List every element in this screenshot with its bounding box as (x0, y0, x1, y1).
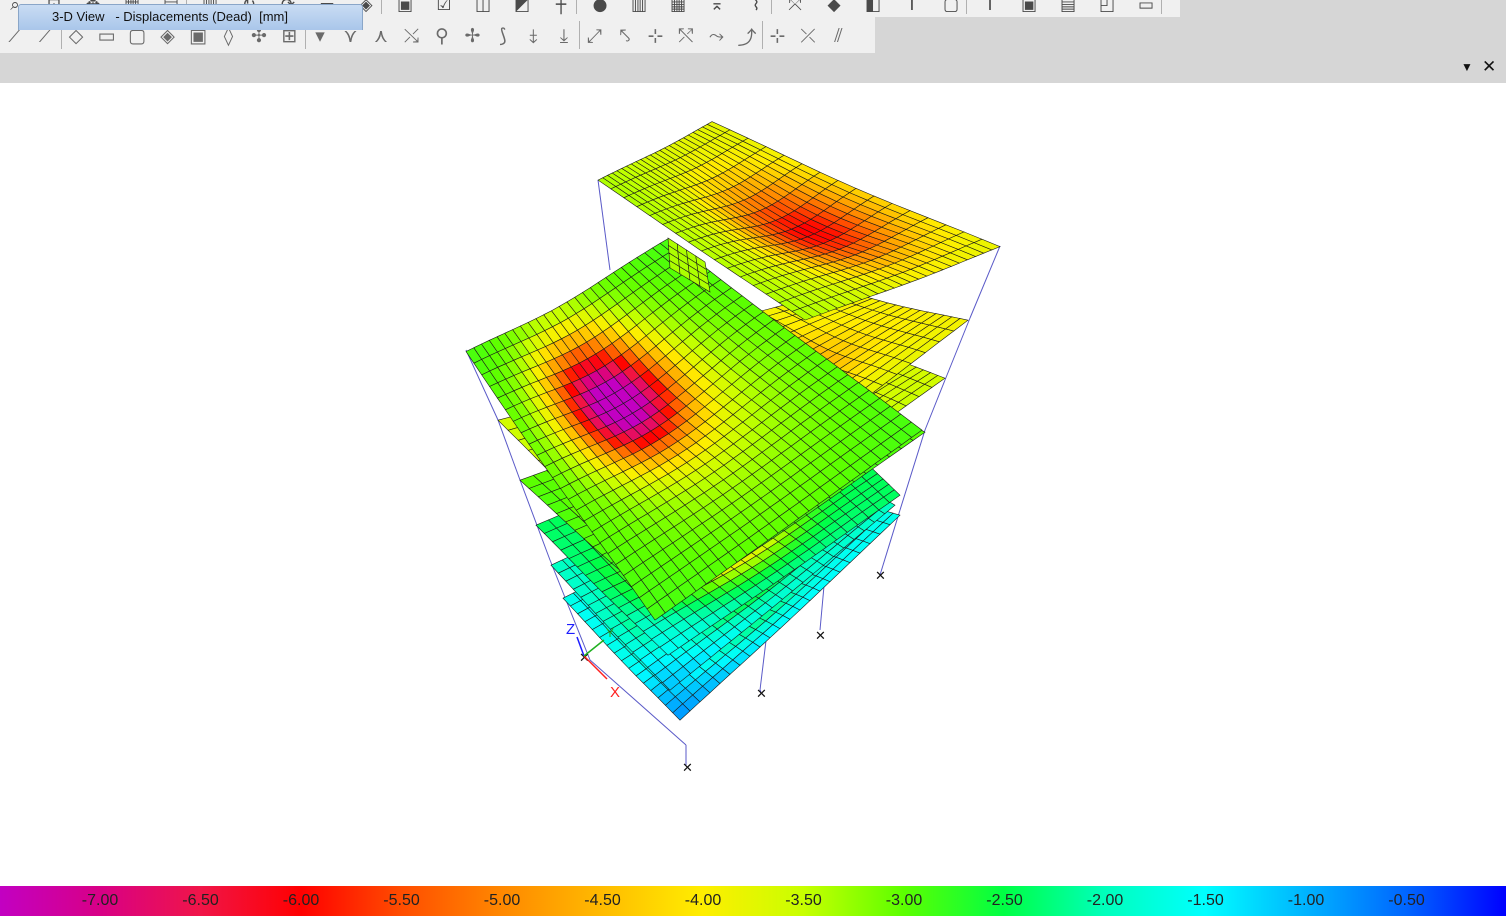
toolbar-background (1180, 0, 1506, 17)
joint-icon[interactable]: ● (589, 0, 611, 16)
assign-frame-icon[interactable]: ⤢ (582, 23, 608, 49)
draw-area-icon[interactable]: I (979, 0, 1001, 16)
global-axes-triad: Z X Y (566, 621, 620, 701)
toolbar-separator (579, 21, 580, 49)
legend-color-bar (0, 886, 1506, 916)
shell-icon[interactable]: ◆ (823, 0, 845, 16)
displacement-contour-legend: -7.00 -6.50 -6.00 -5.50 -5.00 -4.50 -4.00 -3.50… (0, 886, 1506, 916)
draw-frame-icon[interactable]: ▢ (940, 0, 962, 16)
link-icon[interactable]: ⤧ (784, 0, 806, 16)
assign-point-icon[interactable]: ⊹ (643, 23, 669, 49)
legend-label: -7.00 (81, 892, 119, 909)
assign-icon[interactable]: ◩ (511, 0, 533, 16)
legend-label: -4.50 (584, 892, 621, 909)
toolbar-separator (576, 0, 577, 14)
brace-icon[interactable]: ⤯ (399, 23, 425, 49)
link-icon[interactable]: ⚲ (429, 23, 455, 49)
assign-load-icon[interactable]: ⤈ (521, 23, 547, 49)
toolbar-separator (381, 0, 382, 14)
toolbar-background-lower (875, 17, 1506, 53)
legend-label: -5.00 (483, 892, 521, 909)
fixed-support-icon: ✕ (682, 761, 693, 776)
frame-column (597, 179, 611, 271)
model-3d-viewport[interactable]: ✕ ✕ ✕ ✕ ✕ Z X Y (0, 83, 1506, 886)
legend-label: -3.00 (885, 892, 923, 909)
view-tab-strip (0, 53, 1506, 84)
table-icon[interactable]: ▤ (1057, 0, 1079, 16)
section-icon[interactable]: ◫ (472, 0, 494, 16)
check-icon[interactable]: ☑ (433, 0, 455, 16)
column-icon[interactable]: ⋏ (368, 23, 394, 49)
toolbar-separator (966, 0, 967, 14)
deformed-model-plot[interactable]: ✕✕✕✕✕ Z X Y (0, 83, 1506, 886)
x-axis-line (583, 655, 608, 680)
release-icon[interactable]: ⤲ (673, 23, 699, 49)
legend-label: -2.50 (986, 892, 1023, 909)
fixed-support-icon: ✕ (756, 687, 767, 702)
mesh-icon[interactable]: ⫽ (826, 23, 852, 49)
legend-label: -1.00 (1287, 892, 1325, 909)
select-icon[interactable]: ▣ (394, 0, 416, 16)
legend-label: -6.50 (182, 892, 219, 909)
toolbar-separator (762, 21, 763, 49)
x-axis-label: X (610, 684, 620, 701)
legend-label: -2.00 (1086, 892, 1124, 909)
legend-label: -1.50 (1187, 892, 1224, 909)
fixed-support-icon: ✕ (875, 569, 886, 584)
y-axis-line (583, 639, 605, 657)
tab-close-icon[interactable]: ✕ (1482, 57, 1496, 77)
local-axes-icon[interactable]: ⤫ (795, 23, 821, 49)
offset-icon[interactable]: ⤴ (734, 23, 760, 49)
tab-dropdown-icon[interactable]: ▼ (1461, 60, 1473, 74)
text-icon[interactable]: T (901, 0, 923, 16)
legend-label: -5.50 (383, 892, 420, 909)
assign-area-icon[interactable]: ⤓ (551, 23, 577, 49)
legend-label: -3.50 (785, 892, 822, 909)
print-icon[interactable]: ◰ (1096, 0, 1118, 16)
fixed-support-icon: ✕ (815, 629, 826, 644)
area-icon[interactable]: ◧ (862, 0, 884, 16)
toolbar-separator (771, 0, 772, 14)
floor-slabs (465, 121, 1001, 721)
tab-3d-view-displacements[interactable]: 3-D View - Displacements (Dead) [mm] (18, 4, 363, 30)
frame-icon[interactable]: ┼ (550, 0, 572, 16)
tendon-icon[interactable]: ⟆ (490, 23, 516, 49)
export-icon[interactable]: ▭ (1135, 0, 1157, 16)
spring-icon[interactable]: ⌇ (745, 0, 767, 16)
grid-icon[interactable]: ▥ (628, 0, 650, 16)
z-axis-label: Z (566, 621, 575, 638)
support-icon[interactable]: ⌅ (706, 0, 728, 16)
legend-label: -4.00 (684, 892, 722, 909)
spring-icon[interactable]: ✢ (460, 23, 486, 49)
restraint-icon[interactable]: ⤳ (704, 23, 730, 49)
grid-alt-icon[interactable]: ▦ (667, 0, 689, 16)
insert-point-icon[interactable]: ⊹ (765, 23, 791, 49)
legend-label: -0.50 (1388, 892, 1425, 909)
assign-link-icon[interactable]: ⤣ (612, 23, 638, 49)
y-axis-label: Y (606, 626, 614, 640)
legend-label: -6.00 (282, 892, 320, 909)
toolbar-separator (1161, 0, 1162, 14)
draw-text-icon[interactable]: ▣ (1018, 0, 1040, 16)
